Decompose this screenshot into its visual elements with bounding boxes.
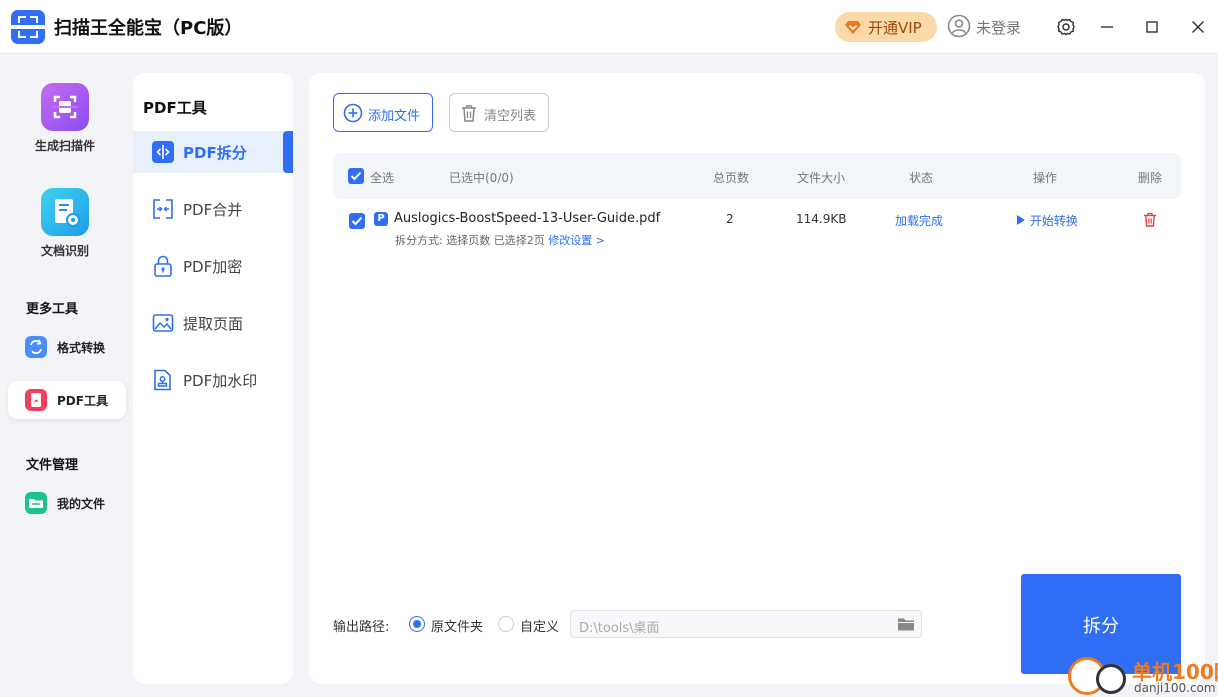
load-status: 加载完成 xyxy=(895,214,944,228)
output-path-label: 输出路径: xyxy=(333,620,390,635)
add-file-button[interactable]: 添加文件 xyxy=(333,93,433,132)
watermark-domain: danji100.com xyxy=(1134,681,1216,695)
start-convert-button[interactable]: 开始转换 xyxy=(1016,212,1078,229)
play-icon xyxy=(1017,215,1025,225)
nav-card-doc-recognize[interactable]: 文档识别 xyxy=(20,188,110,259)
modify-settings-link[interactable]: 修改设置 > xyxy=(548,234,605,247)
vip-label: 开通VIP xyxy=(868,19,922,37)
tool-pdf-encrypt[interactable]: PDF加密 xyxy=(133,245,293,287)
table-row[interactable]: P Auslogics-BoostSpeed-13-User-Guide.pdf… xyxy=(333,201,1181,257)
start-convert-label: 开始转换 xyxy=(1029,214,1078,228)
pdf-tool-icon xyxy=(25,389,47,411)
site-watermark: 单机100网 danji100.com xyxy=(1068,654,1218,697)
nav-item-pdf-tool[interactable]: PDF工具 xyxy=(8,381,126,419)
delete-trash-icon[interactable] xyxy=(1143,212,1157,227)
col-selected-count: 已选中(0/0) xyxy=(449,171,514,185)
split-button-label: 拆分 xyxy=(1083,616,1119,637)
split-mode-text: 拆分方式: 选择页数 已选择2页 xyxy=(395,234,545,247)
pdf-split-icon xyxy=(152,141,174,163)
tool-label: PDF加水印 xyxy=(183,372,258,390)
col-pages: 总页数 xyxy=(713,171,750,185)
tool-label: 提取页面 xyxy=(183,315,244,333)
file-size: 114.9KB xyxy=(796,212,847,226)
split-settings-info: 拆分方式: 选择页数 已选择2页 修改设置 > xyxy=(395,232,605,248)
add-circle-icon xyxy=(343,103,363,123)
vip-diamond-icon xyxy=(845,21,861,34)
close-icon[interactable] xyxy=(1186,15,1210,39)
nav-card-scan[interactable]: 生成扫描件 xyxy=(20,83,110,154)
row-checkbox[interactable] xyxy=(349,213,365,229)
radio-custom-label[interactable]: 自定义 xyxy=(520,616,559,635)
pdf-merge-icon xyxy=(153,199,173,219)
maximize-icon[interactable] xyxy=(1140,15,1164,39)
col-select-all: 全选 xyxy=(370,171,395,185)
folder-icon[interactable] xyxy=(897,616,915,632)
nav-item-label: PDF工具 xyxy=(57,394,108,408)
vip-button[interactable]: 开通VIP xyxy=(835,12,937,42)
lock-icon xyxy=(154,255,172,277)
tool-extract-pages[interactable]: 提取页面 xyxy=(133,302,293,344)
more-tools-heading: 更多工具 xyxy=(26,302,79,317)
clear-list-label: 清空列表 xyxy=(484,109,537,124)
user-label: 未登录 xyxy=(976,19,1022,37)
file-table-header: 全选 已选中(0/0) 总页数 文件大小 状态 操作 删除 xyxy=(333,153,1181,199)
tool-label: PDF拆分 xyxy=(183,144,247,162)
settings-gear-icon[interactable] xyxy=(1054,15,1078,39)
check-icon xyxy=(351,216,363,226)
watermark-stamp-icon xyxy=(154,369,171,391)
clear-list-button[interactable]: 清空列表 xyxy=(449,93,549,132)
radio-original-folder-label[interactable]: 原文件夹 xyxy=(431,616,483,635)
app-title: 扫描王全能宝（PC版） xyxy=(54,18,243,39)
tool-label: PDF合并 xyxy=(183,201,243,219)
tool-pdf-split[interactable]: PDF拆分 xyxy=(133,131,293,173)
radio-original-folder[interactable] xyxy=(409,616,425,632)
col-action: 操作 xyxy=(1033,171,1058,185)
radio-custom[interactable] xyxy=(498,616,514,632)
file-management-heading: 文件管理 xyxy=(26,458,79,473)
active-indicator xyxy=(283,131,293,173)
main-panel: 添加文件 清空列表 全选 已选中(0/0) 总页数 文件大小 状态 操作 删除 … xyxy=(309,73,1205,684)
col-delete: 删除 xyxy=(1138,171,1163,185)
title-bar: 扫描王全能宝（PC版） 开通VIP 未登录 xyxy=(0,0,1218,54)
tool-label: PDF加密 xyxy=(183,258,243,276)
select-all-checkbox[interactable] xyxy=(348,168,364,184)
doc-recognize-icon xyxy=(41,188,89,236)
pdf-file-icon: P xyxy=(374,212,388,226)
nav-item-my-files[interactable]: 我的文件 xyxy=(8,484,126,522)
nav-item-label: 格式转换 xyxy=(57,341,106,355)
app-logo-icon xyxy=(11,10,45,44)
col-status: 状态 xyxy=(909,171,934,185)
col-size: 文件大小 xyxy=(797,171,846,185)
output-path-field[interactable]: D:\tools\桌面 xyxy=(570,610,922,638)
image-extract-icon xyxy=(152,314,174,332)
user-avatar-icon xyxy=(947,14,971,38)
minimize-icon[interactable] xyxy=(1095,15,1119,39)
output-path-value: D:\tools\桌面 xyxy=(579,621,660,636)
tool-pdf-watermark[interactable]: PDF加水印 xyxy=(133,359,293,401)
nav-item-label: 我的文件 xyxy=(57,497,106,511)
my-files-icon xyxy=(25,492,47,514)
format-convert-icon xyxy=(25,336,47,358)
nav-card-label: 生成扫描件 xyxy=(34,139,95,153)
watermark-logo-icon xyxy=(1096,664,1126,694)
nav-item-format-convert[interactable]: 格式转换 xyxy=(8,328,126,366)
left-nav: 生成扫描件 文档识别 更多工具 格式转换 PDF工具 文件管理 我的文件 xyxy=(0,55,128,697)
scan-icon xyxy=(41,83,89,131)
nav-card-label: 文档识别 xyxy=(40,244,89,258)
page-count: 2 xyxy=(726,212,734,226)
add-file-label: 添加文件 xyxy=(368,109,421,124)
check-icon xyxy=(350,171,362,181)
pdf-tools-title: PDF工具 xyxy=(143,99,207,117)
tool-pdf-merge[interactable]: PDF合并 xyxy=(133,188,293,230)
file-name: Auslogics-BoostSpeed-13-User-Guide.pdf xyxy=(394,211,661,226)
pdf-tools-panel: PDF工具 PDF拆分 PDF合并 PDF加密 提取页面 PDF加水印 xyxy=(133,73,293,684)
trash-icon xyxy=(462,105,476,122)
